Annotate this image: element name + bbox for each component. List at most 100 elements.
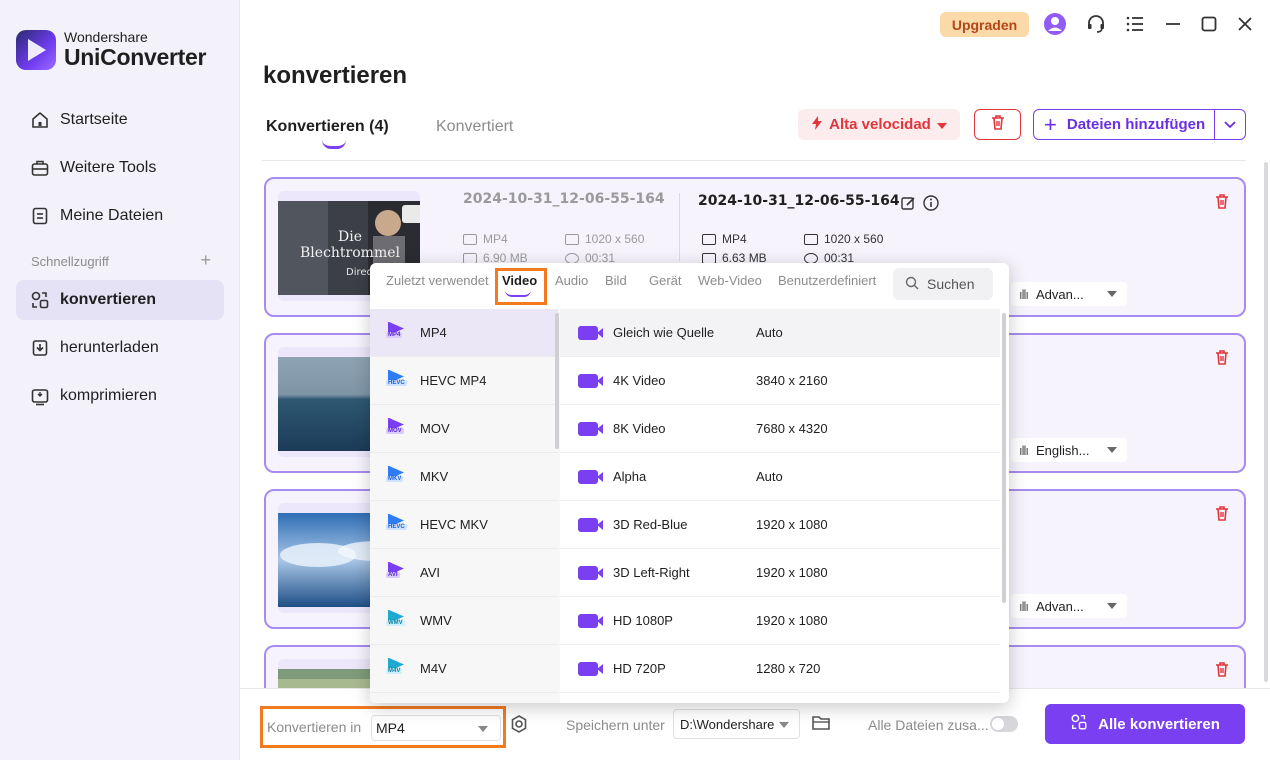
audio-track-select[interactable]: ıllı Advan... (1011, 594, 1127, 618)
video-camera-icon (578, 517, 603, 532)
delete-file-icon[interactable] (1214, 349, 1230, 370)
merge-all-label: Alle Dateien zusa... (868, 717, 989, 733)
sidebar-item-label: komprimieren (60, 387, 157, 404)
preset-item[interactable]: HD 1080P 1920 x 1080 (560, 597, 1000, 645)
audio-track-select[interactable]: ıllı Advan... (1011, 282, 1127, 306)
format-item-hevc-mkv[interactable]: HEVC HEVC MKV (370, 501, 558, 549)
convert-all-button[interactable]: Alle konvertieren (1045, 704, 1245, 744)
sidebar-item-konvertieren[interactable]: konvertieren (16, 280, 224, 320)
format-list: MP4 MP4 HEVC HEVC MP4 MOV MOV MKV MKV HE… (370, 309, 560, 703)
save-location-select[interactable]: D:\Wondershare (673, 709, 800, 739)
tab-recently-used[interactable]: Zuletzt verwendet (386, 273, 489, 288)
format-list-scrollbar[interactable] (555, 313, 559, 449)
tab-audio[interactable]: Audio (555, 273, 588, 288)
tab-video[interactable]: Video (502, 273, 537, 297)
sidebar-item-label: konvertieren (60, 291, 157, 308)
video-camera-icon (578, 469, 603, 484)
tab-custom[interactable]: Benutzerdefiniert (778, 273, 876, 288)
m4v-format-icon: M4V (386, 657, 406, 680)
output-format: MP4 (702, 232, 747, 246)
sidebar-item-label: Weitere Tools (60, 159, 157, 176)
merge-all-toggle[interactable] (990, 716, 1018, 732)
format-search-input[interactable]: Suchen (893, 268, 993, 300)
brand: Wondershare UniConverter (16, 30, 206, 70)
gear-icon[interactable] (510, 715, 528, 738)
video-camera-icon (578, 373, 603, 388)
plus-icon: + (1044, 111, 1057, 137)
quick-access-label: Schnellzugriff (31, 254, 109, 269)
hevc-format-icon: HEVC (386, 369, 407, 392)
preset-item[interactable]: Gleich wie Quelle Auto (560, 309, 1000, 357)
video-format-icon (702, 233, 716, 245)
sidebar-item-label: Startseite (60, 111, 128, 128)
sidebar-item-komprimieren[interactable]: komprimieren (16, 376, 224, 416)
tab-web-video[interactable]: Web-Video (698, 273, 762, 288)
delete-all-button[interactable] (974, 109, 1021, 140)
video-camera-icon (578, 325, 603, 340)
sidebar-item-label: herunterladen (60, 339, 159, 356)
format-item-m4v[interactable]: M4V M4V (370, 645, 558, 693)
edit-name-icon[interactable] (900, 195, 916, 216)
avi-format-icon: AVI (386, 561, 406, 584)
convert-icon (30, 290, 50, 310)
video-format-icon (463, 233, 477, 245)
preset-item[interactable]: Alpha Auto (560, 453, 1000, 501)
play-preview-icon[interactable] (402, 205, 420, 223)
thumbnail-title-line1: Die (338, 229, 362, 245)
audio-track-select[interactable]: ıllı English... (1011, 438, 1127, 462)
preset-item[interactable]: 8K Video 7680 x 4320 (560, 405, 1000, 453)
add-quick-access-icon[interactable]: + (200, 250, 211, 271)
format-dropdown: Zuletzt verwendet Video Audio Bild Gerät… (370, 263, 1009, 703)
audio-wave-icon: ıllı (1019, 286, 1029, 302)
convert-all-label: Alle konvertieren (1098, 715, 1220, 733)
format-item-mp4[interactable]: MP4 MP4 (370, 309, 558, 357)
info-icon[interactable] (923, 195, 939, 216)
support-headset-icon[interactable] (1084, 12, 1108, 36)
sidebar: Wondershare UniConverter Startseite Weit… (0, 0, 240, 760)
preset-item[interactable]: HD 720P 1280 x 720 (560, 645, 1000, 693)
delete-file-icon[interactable] (1214, 193, 1230, 214)
high-speed-button[interactable]: Alta velocidad (798, 109, 960, 140)
add-files-label: Dateien hinzufügen (1066, 116, 1206, 133)
tab-image[interactable]: Bild (605, 273, 627, 288)
add-files-button[interactable]: + Dateien hinzufügen (1033, 109, 1246, 140)
preset-item[interactable]: 3D Left-Right 1920 x 1080 (560, 549, 1000, 597)
source-format: MP4 (463, 232, 508, 246)
maximize-icon[interactable] (1197, 12, 1221, 36)
brand-vendor: Wondershare (64, 29, 148, 45)
sidebar-item-weitere-tools[interactable]: Weitere Tools (16, 148, 224, 188)
delete-file-icon[interactable] (1214, 661, 1230, 682)
close-icon[interactable] (1233, 12, 1257, 36)
delete-file-icon[interactable] (1214, 505, 1230, 526)
download-icon (30, 338, 50, 358)
format-item-wmv[interactable]: WMV WMV (370, 597, 558, 645)
tab-device[interactable]: Gerät (649, 273, 682, 288)
source-resolution: 1020 x 560 (565, 232, 644, 246)
brand-product: UniConverter (64, 44, 207, 70)
format-item-mkv[interactable]: MKV MKV (370, 453, 558, 501)
video-camera-icon (578, 421, 603, 436)
open-folder-icon[interactable] (811, 714, 831, 737)
format-item-hevc-mp4[interactable]: HEVC HEVC MP4 (370, 357, 558, 405)
sidebar-item-meine-dateien[interactable]: Meine Dateien (16, 196, 224, 236)
format-item-mov[interactable]: MOV MOV (370, 405, 558, 453)
preset-list-scrollbar[interactable] (1002, 313, 1006, 603)
format-item-avi[interactable]: AVI AVI (370, 549, 558, 597)
minimize-icon[interactable] (1161, 12, 1185, 36)
scrollbar[interactable] (1264, 162, 1268, 682)
menu-list-icon[interactable] (1123, 12, 1147, 36)
tab-konvertiert[interactable]: Konvertiert (436, 118, 513, 136)
folder-icon (702, 252, 716, 264)
upgrade-button[interactable]: Upgraden (940, 12, 1029, 37)
sidebar-item-herunterladen[interactable]: herunterladen (16, 328, 224, 368)
preset-item[interactable]: 4K Video 3840 x 2160 (560, 357, 1000, 405)
preset-item[interactable]: 3D Red-Blue 1920 x 1080 (560, 501, 1000, 549)
sidebar-item-startseite[interactable]: Startseite (16, 100, 224, 140)
avatar[interactable] (1043, 12, 1067, 36)
tab-konvertieren[interactable]: Konvertieren (4) (266, 118, 389, 149)
output-format-select[interactable]: MP4 (371, 715, 501, 741)
resolution-icon (565, 233, 579, 245)
mkv-format-icon: MKV (386, 465, 406, 488)
chevron-down-icon[interactable] (1222, 114, 1238, 138)
audio-wave-icon: ıllı (1019, 442, 1029, 458)
